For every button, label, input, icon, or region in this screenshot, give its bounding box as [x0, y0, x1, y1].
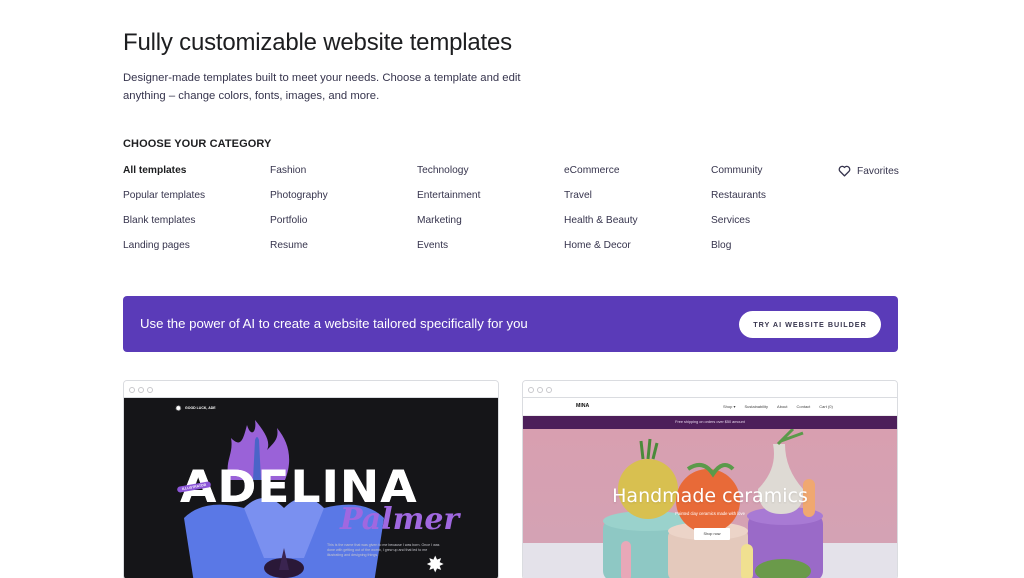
category-all-templates[interactable]: All templates: [123, 164, 263, 189]
category-marketing[interactable]: Marketing: [417, 214, 557, 239]
preview-nav-links: Shop ▾ Sustainability About Contact Cart…: [723, 404, 833, 409]
category-column: All templates Popular templates Blank te…: [123, 164, 263, 264]
preview-subtitle: Palmer: [340, 502, 460, 537]
browser-chrome: [523, 381, 897, 398]
window-dot: [138, 387, 144, 393]
preview-description: This is the name that was given to me be…: [327, 543, 440, 557]
category-portfolio[interactable]: Portfolio: [270, 214, 410, 239]
preview-hero: Handmade ceramics Painted clay ceramics …: [523, 429, 897, 578]
category-landing-pages[interactable]: Landing pages: [123, 239, 263, 264]
page-subtitle: Designer-made templates built to meet yo…: [123, 72, 521, 102]
preview-hero-subtitle: Painted clay ceramics made with love: [675, 511, 745, 516]
heart-icon: [838, 165, 851, 177]
preview-announcement-bar: Free shipping on orders over $50 amount: [523, 416, 897, 429]
category-entertainment[interactable]: Entertainment: [417, 189, 557, 214]
template-preview: ✹ GOOD LUCK, ADE ADELINA ILLUSTRATOR Pal…: [124, 398, 498, 578]
window-dot: [537, 387, 543, 393]
category-services[interactable]: Services: [711, 214, 851, 239]
category-fashion[interactable]: Fashion: [270, 164, 410, 189]
category-home-decor[interactable]: Home & Decor: [564, 239, 704, 264]
category-blank-templates[interactable]: Blank templates: [123, 214, 263, 239]
page-title: Fully customizable website templates: [123, 29, 512, 56]
preview-announcement-text: Free shipping on orders over $50 amount: [675, 420, 745, 424]
ai-banner: Use the power of AI to create a website …: [123, 296, 898, 352]
category-blog[interactable]: Blog: [711, 239, 851, 264]
favorites-label: Favorites: [857, 165, 899, 177]
template-card-adelina[interactable]: ✹ GOOD LUCK, ADE ADELINA ILLUSTRATOR Pal…: [123, 380, 499, 578]
preview-nav-cart: Cart (0): [819, 403, 833, 409]
ai-banner-text: Use the power of AI to create a website …: [140, 316, 528, 331]
category-resume[interactable]: Resume: [270, 239, 410, 264]
window-dot: [546, 387, 552, 393]
category-column: eCommerce Travel Health & Beauty Home & …: [564, 164, 704, 264]
category-photography[interactable]: Photography: [270, 189, 410, 214]
preview-logo-text: GOOD LUCK, ADE: [185, 405, 216, 410]
category-technology[interactable]: Technology: [417, 164, 557, 189]
category-popular-templates[interactable]: Popular templates: [123, 189, 263, 214]
preview-nav-shop: Shop ▾: [723, 403, 736, 409]
category-column: Community Restaurants Services Blog: [711, 164, 851, 264]
window-dot: [528, 387, 534, 393]
window-dot: [129, 387, 135, 393]
sparkle-icon: ✸: [426, 553, 445, 578]
category-ecommerce[interactable]: eCommerce: [564, 164, 704, 189]
preview-shop-now-button: Shop now: [694, 528, 730, 540]
category-heading: CHOOSE YOUR CATEGORY: [123, 138, 272, 150]
preview-nav-about: About: [777, 403, 788, 409]
category-health-beauty[interactable]: Health & Beauty: [564, 214, 704, 239]
preview-nav-sustainability: Sustainability: [744, 403, 769, 409]
preview-navbar: MINA Shop ▾ Sustainability About Contact…: [523, 398, 897, 416]
preview-nav-contact: Contact: [796, 403, 811, 409]
preview-logo: MINA: [576, 403, 590, 409]
preview-logo: ✹ GOOD LUCK, ADE: [175, 404, 216, 413]
template-card-mina[interactable]: MINA Shop ▾ Sustainability About Contact…: [522, 380, 898, 578]
try-ai-website-builder-button[interactable]: TRY AI WEBSITE BUILDER: [739, 311, 881, 338]
window-dot: [147, 387, 153, 393]
category-travel[interactable]: Travel: [564, 189, 704, 214]
category-events[interactable]: Events: [417, 239, 557, 264]
category-community[interactable]: Community: [711, 164, 851, 189]
category-column: Fashion Photography Portfolio Resume: [270, 164, 410, 264]
preview-hero-title: Handmade ceramics: [612, 485, 808, 507]
browser-chrome: [124, 381, 498, 398]
category-restaurants[interactable]: Restaurants: [711, 189, 851, 214]
category-column: Technology Entertainment Marketing Event…: [417, 164, 557, 264]
favorites-link[interactable]: Favorites: [838, 165, 899, 177]
sparkle-icon: ✹: [175, 404, 182, 413]
